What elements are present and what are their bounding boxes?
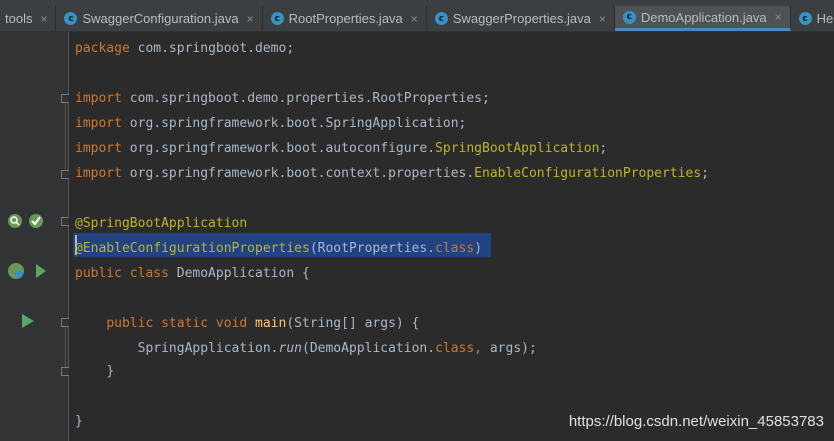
code-line-8: @SpringBootApplication: [75, 216, 248, 231]
fold-guide: [65, 327, 66, 369]
close-icon[interactable]: ×: [411, 12, 418, 26]
tab-label: DemoApplication.java: [640, 9, 767, 25]
tab-label: tools: [5, 11, 33, 26]
code-line-10: public class DemoApplication {: [75, 266, 310, 281]
close-icon[interactable]: ×: [599, 12, 606, 26]
code-line-14: }: [106, 364, 115, 379]
code-editor[interactable]: package com.springboot.demo; import com.…: [69, 32, 834, 441]
close-icon[interactable]: ×: [40, 12, 47, 26]
code-line-12: public static void main(String[] args) {: [106, 316, 420, 331]
tab-he[interactable]: c He: [791, 6, 834, 31]
close-icon[interactable]: ×: [247, 12, 254, 26]
run-application-icon[interactable]: [6, 261, 48, 281]
tab-demo-application[interactable]: c DemoApplication.java ×: [614, 6, 791, 31]
class-icon: c: [798, 12, 812, 25]
tab-label: SwaggerProperties.java: [452, 11, 591, 26]
code-line-16: }: [75, 414, 83, 429]
tab-swagger-configuration[interactable]: c SwaggerConfiguration.java ×: [56, 6, 263, 31]
editor-tab-bar: tools × c SwaggerConfiguration.java × c …: [0, 6, 834, 32]
code-line-6: import org.springframework.boot.context.…: [75, 166, 709, 181]
close-icon[interactable]: ×: [775, 10, 782, 24]
run-main-icon[interactable]: [20, 312, 36, 330]
fold-guide: [65, 103, 66, 173]
spring-boot-class-icon: c: [622, 10, 636, 24]
tab-label: SwaggerConfiguration.java: [82, 11, 239, 26]
code-line-3: import com.springboot.demo.properties.Ro…: [75, 91, 490, 106]
code-line-13: SpringApplication.run(DemoApplication.cl…: [137, 341, 537, 356]
tab-root-properties[interactable]: c RootProperties.java ×: [263, 6, 427, 31]
editor-gutter[interactable]: [0, 32, 70, 441]
class-icon: c: [434, 12, 448, 25]
tab-tools[interactable]: tools ×: [0, 6, 57, 31]
spring-bean-icon[interactable]: [6, 211, 46, 231]
code-line-1: package com.springboot.demo;: [75, 41, 295, 56]
tab-swagger-properties[interactable]: c SwaggerProperties.java ×: [427, 6, 615, 31]
tab-label: RootProperties.java: [288, 11, 403, 26]
code-line-9: @EnableConfigurationProperties(RootPrope…: [75, 241, 483, 256]
watermark-text: https://blog.csdn.net/weixin_45853783: [568, 413, 824, 430]
class-icon: c: [270, 12, 284, 25]
code-line-4: import org.springframework.boot.SpringAp…: [75, 116, 467, 131]
tab-label: He: [816, 11, 834, 26]
class-icon: c: [64, 12, 78, 25]
code-line-5: import org.springframework.boot.autoconf…: [75, 141, 608, 156]
